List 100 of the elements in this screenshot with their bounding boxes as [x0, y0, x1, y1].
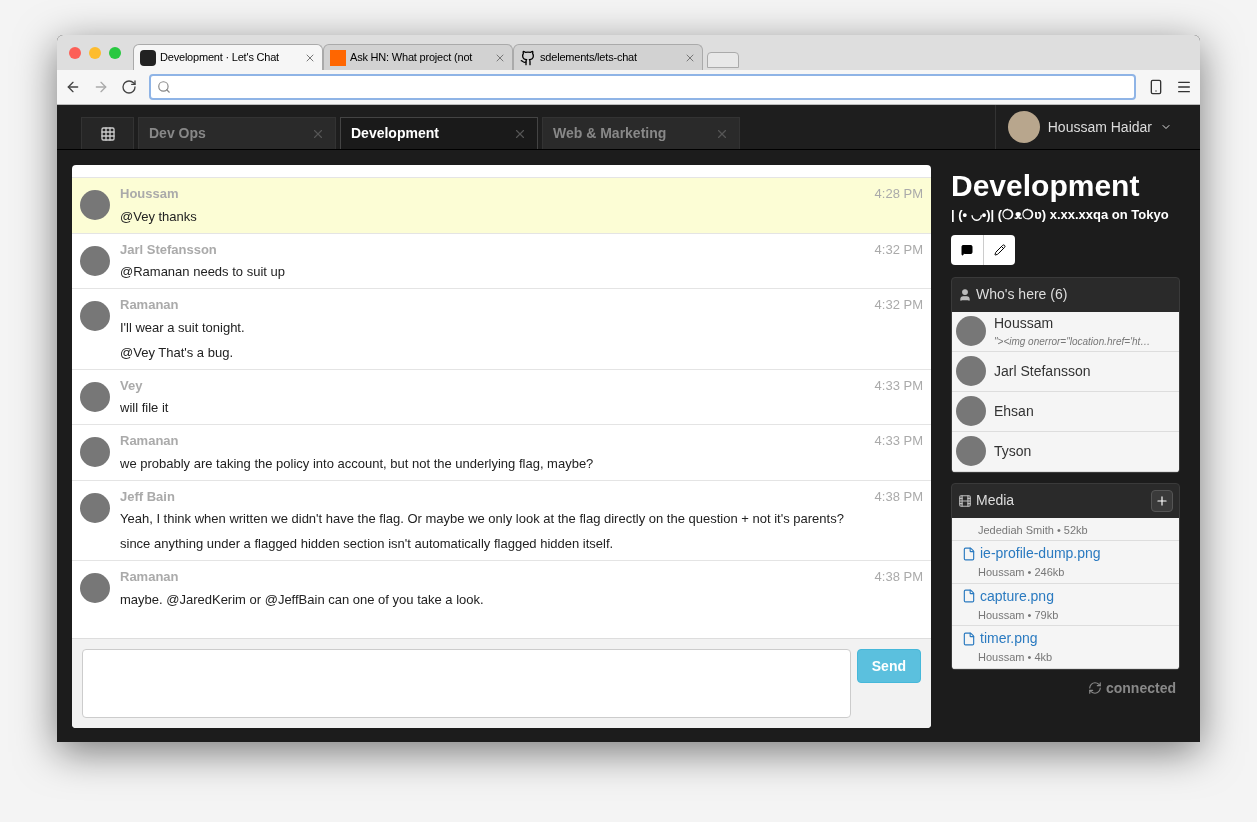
- edit-button[interactable]: [984, 234, 1015, 265]
- add-button[interactable]: [1151, 489, 1173, 512]
- room-tab[interactable]: Development: [340, 117, 538, 149]
- menu-icon[interactable]: [1176, 79, 1192, 95]
- message-time: 4:38 PM: [874, 487, 923, 506]
- cat-logo-icon: [520, 49, 536, 66]
- browser-tab[interactable]: Development · Let's Chat: [133, 44, 323, 70]
- forward-icon[interactable]: [93, 79, 109, 95]
- plus-icon: [1155, 493, 1169, 508]
- media-item[interactable]: ie-profile-dump.png Houssam • 246kb: [952, 541, 1179, 584]
- address-field[interactable]: [149, 74, 1136, 100]
- message-time: 4:32 PM: [874, 240, 923, 259]
- file-meta: Houssam • 4kb: [977, 650, 1054, 665]
- message-time: 4:38 PM: [874, 568, 923, 586]
- search-icon: [157, 80, 171, 94]
- file-link[interactable]: ie-profile-dump.png: [980, 543, 1101, 564]
- speech-bubble-icon: [961, 243, 973, 256]
- file-link[interactable]: capture.png: [980, 585, 1054, 607]
- new-tab-button[interactable]: [707, 52, 739, 68]
- room-name: Dev Ops: [149, 124, 206, 143]
- grid-icon: [99, 125, 116, 142]
- message-author: Ramanan: [120, 296, 179, 314]
- reload-icon[interactable]: [121, 79, 137, 95]
- message-time: 4:33 PM: [874, 432, 923, 450]
- file-meta: Jedediah Smith • 52kb: [977, 522, 1089, 538]
- avatar: [956, 436, 986, 466]
- phone-icon[interactable]: [1148, 79, 1164, 95]
- message-text: @Vey That's a bug.: [120, 343, 234, 362]
- message-author: Jarl Stefansson: [120, 240, 217, 259]
- close-window-icon[interactable]: [69, 46, 81, 59]
- user-status: "><img onerror="location.href='ht…: [994, 335, 1151, 349]
- media-item[interactable]: capture.png Houssam • 79kb: [952, 583, 1179, 626]
- user-list-item[interactable]: Tyson: [952, 431, 1179, 472]
- back-icon[interactable]: [65, 79, 81, 95]
- avatar: [956, 316, 986, 346]
- message-time: 4:32 PM: [874, 296, 923, 314]
- file-meta: Houssam • 79kb: [977, 607, 1060, 623]
- rooms-grid-button[interactable]: [81, 117, 134, 149]
- message-author: Ramanan: [120, 432, 179, 450]
- message-author: Ramanan: [120, 568, 179, 586]
- avatar: [80, 573, 110, 603]
- person-icon: [958, 287, 972, 302]
- message-time: 4:33 PM: [874, 376, 923, 395]
- message-text: @Ramanan needs to suit up: [120, 263, 286, 281]
- user-menu[interactable]: Houssam Haidar: [994, 105, 1176, 149]
- avatar: [80, 190, 110, 220]
- message-author: Vey: [120, 376, 143, 395]
- room-name: Web & Marketing: [553, 124, 667, 143]
- browser-tab[interactable]: Ask HN: What project (not: [323, 44, 513, 70]
- file-link[interactable]: timer.png: [980, 628, 1038, 649]
- avatar: [80, 245, 110, 276]
- panel-title: Media: [976, 491, 1016, 510]
- user-name: Houssam Haidar: [1047, 117, 1152, 137]
- chat-button[interactable]: [951, 234, 984, 265]
- room-name: Development: [351, 124, 439, 143]
- avatar: [956, 356, 986, 386]
- tab-title: sdelements/lets-chat: [540, 50, 638, 66]
- square-logo-icon: [330, 49, 346, 66]
- room-description: | (• ◡•)| (❍ᴥ❍ʋ) x.xx.xxqa on Tokyo: [951, 206, 1170, 224]
- avatar: [80, 492, 110, 523]
- avatar: [80, 301, 110, 331]
- media-item[interactable]: Jedediah Smith • 52kb: [952, 517, 1179, 541]
- tab-title: Development · Let's Chat: [160, 50, 280, 66]
- user-list-item[interactable]: Houssam "><img onerror="location.href='ht…: [952, 311, 1179, 352]
- file-icon: [962, 546, 976, 561]
- message-text: we probably are taking the policy into account, but not the underlying flag, maybe?: [120, 454, 595, 473]
- message-text: Yeah, I think when written we didn't have the flag. Or maybe we only look at the flag directly on the question + not it's parents?: [120, 510, 845, 528]
- user-list-item[interactable]: Ehsan: [952, 391, 1179, 432]
- media-item[interactable]: timer.png Houssam • 4kb: [952, 626, 1179, 669]
- room-tab[interactable]: Web & Marketing: [542, 117, 740, 149]
- avatar: [80, 437, 110, 467]
- message-text: @Vey thanks: [120, 207, 198, 226]
- tab-title: Ask HN: What project (not: [350, 50, 474, 66]
- message-text: since anything under a flagged hidden section isn't automatically flagged hidden itself.: [120, 535, 615, 553]
- avatar: [80, 381, 110, 412]
- avatar: [956, 396, 986, 426]
- user-list-item[interactable]: Jarl Stefansson: [952, 351, 1179, 392]
- user-name: Jarl Stefansson: [994, 361, 1091, 381]
- user-name: Tyson: [994, 441, 1032, 461]
- film-icon: [958, 493, 972, 508]
- message-input[interactable]: [82, 649, 851, 718]
- refresh-icon: [1088, 681, 1102, 695]
- message-time: 4:28 PM: [874, 185, 923, 203]
- user-name: Ehsan: [994, 401, 1034, 421]
- room-title: Development: [951, 168, 1141, 204]
- file-icon: [962, 589, 976, 603]
- message-author: Jeff Bain: [120, 487, 175, 506]
- room-tab[interactable]: Dev Ops: [138, 117, 336, 149]
- panel-title: Who's here (6): [976, 285, 1068, 304]
- file-icon: [962, 631, 976, 646]
- file-meta: Houssam • 246kb: [977, 565, 1066, 580]
- zoom-window-icon[interactable]: [109, 46, 121, 59]
- browser-tab[interactable]: sdelements/lets-chat: [513, 44, 703, 70]
- pencil-icon: [993, 243, 1006, 256]
- user-name: Houssam: [994, 314, 1055, 333]
- message-text: will file it: [120, 399, 170, 417]
- connection-status: connected: [1106, 678, 1176, 698]
- avatar: [1007, 111, 1040, 143]
- message-author: Houssam: [120, 185, 179, 203]
- message-text: I'll wear a suit tonight.: [120, 318, 246, 337]
